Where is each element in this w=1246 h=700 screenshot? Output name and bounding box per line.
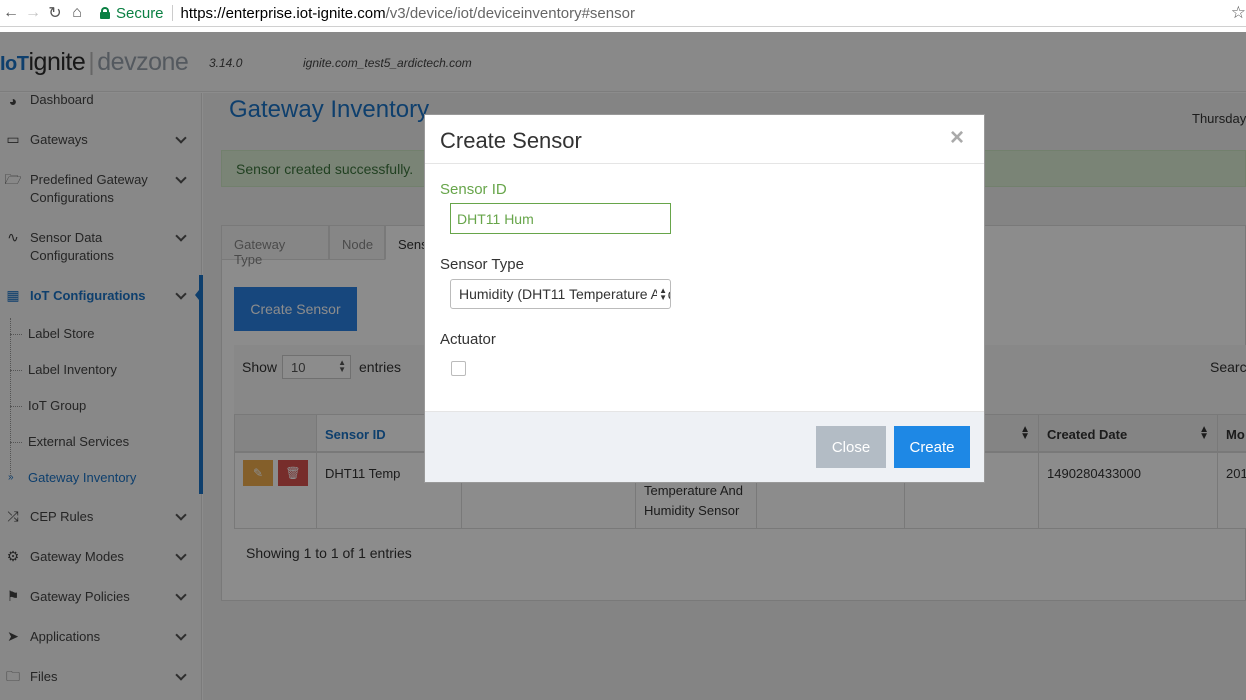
home-icon[interactable]: ⌂ [66,2,88,24]
close-icon[interactable]: × [950,126,964,150]
sensor-id-input[interactable]: DHT11 Hum [450,203,671,234]
back-icon[interactable]: ← [0,2,22,24]
modal-title: Create Sensor [440,128,582,153]
url-host: enterprise.iot-ignite.com [225,4,386,22]
close-button[interactable]: Close [816,426,886,468]
sensor-type-value: Humidity (DHT11 Temperature And Humidity… [459,286,670,302]
url-divider [171,5,173,21]
modal-footer: Close Create [425,411,984,482]
lock-icon [100,7,110,19]
sensor-type-select[interactable]: Humidity (DHT11 Temperature And Humidity… [450,279,671,309]
secure-label: Secure [116,4,164,22]
forward-icon[interactable]: → [22,2,44,24]
modal-backdrop-header [0,32,1246,93]
url-prefix: https:// [180,4,226,22]
bookmark-star-icon[interactable]: ☆ [1231,3,1246,23]
actuator-label: Actuator [440,331,496,348]
address-bar[interactable]: Secure https://enterprise.iot-ignite.com… [100,5,1246,22]
select-arrows-icon: ▲ ▼ [657,286,667,302]
reload-icon[interactable]: ↻ [44,2,66,24]
sensor-type-label: Sensor Type [440,256,524,273]
url-path: /v3/device/iot/deviceinventory#sensor [385,4,635,22]
sensor-id-label: Sensor ID [440,181,507,198]
browser-toolbar: ← → ↻ ⌂ Secure https://enterprise.iot-ig… [0,0,1246,27]
modal-header: Create Sensor × [425,115,984,164]
create-button[interactable]: Create [894,426,970,468]
create-sensor-modal: Create Sensor × Sensor ID DHT11 Hum Sens… [424,114,985,483]
actuator-checkbox[interactable] [451,361,466,376]
